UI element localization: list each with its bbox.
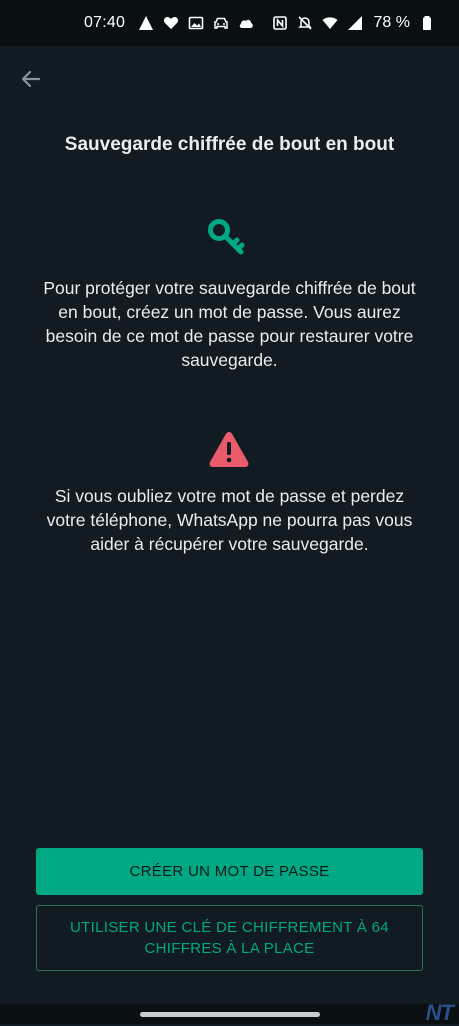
mute-icon: [297, 15, 313, 31]
navigation-bar: [0, 1004, 459, 1024]
car-icon: [213, 15, 229, 31]
nfc-icon: [272, 15, 288, 31]
page-title: Sauvegarde chiffrée de bout en bout: [64, 134, 395, 155]
home-gesture-bar[interactable]: [140, 1012, 320, 1017]
status-bar-left: 07:40: [84, 14, 254, 32]
password-explanation-text: Pour protéger votre sauvegarde chiffrée …: [43, 278, 416, 370]
battery-icon: [419, 15, 435, 31]
heart-icon: [163, 15, 179, 31]
wifi-icon: [322, 15, 338, 31]
cloud-icon: [238, 15, 254, 31]
backup-encryption-screen: Sauvegarde chiffrée de bout en bout Pour…: [0, 46, 459, 1004]
back-button[interactable]: [14, 64, 48, 98]
use-64-digit-key-button[interactable]: UTILISER UNE CLÉ DE CHIFFREMENT À 64 CHI…: [36, 905, 423, 971]
image-icon: [188, 15, 204, 31]
navigation-arrow-icon: [138, 15, 154, 31]
status-time: 07:40: [84, 14, 126, 31]
key-icon: [207, 218, 247, 258]
status-bar-right: 78 %: [272, 14, 435, 32]
watermark-logo: NT: [425, 1000, 454, 1025]
create-password-button[interactable]: CRÉER UN MOT DE PASSE: [36, 848, 423, 895]
signal-icon: [347, 15, 363, 31]
warning-icon: [208, 430, 250, 468]
status-bar: 07:40 78 %: [0, 0, 459, 46]
back-arrow-icon: [20, 68, 42, 95]
battery-percentage: 78 %: [373, 14, 410, 31]
warning-text: Si vous oubliez votre mot de passe et pe…: [46, 486, 413, 554]
